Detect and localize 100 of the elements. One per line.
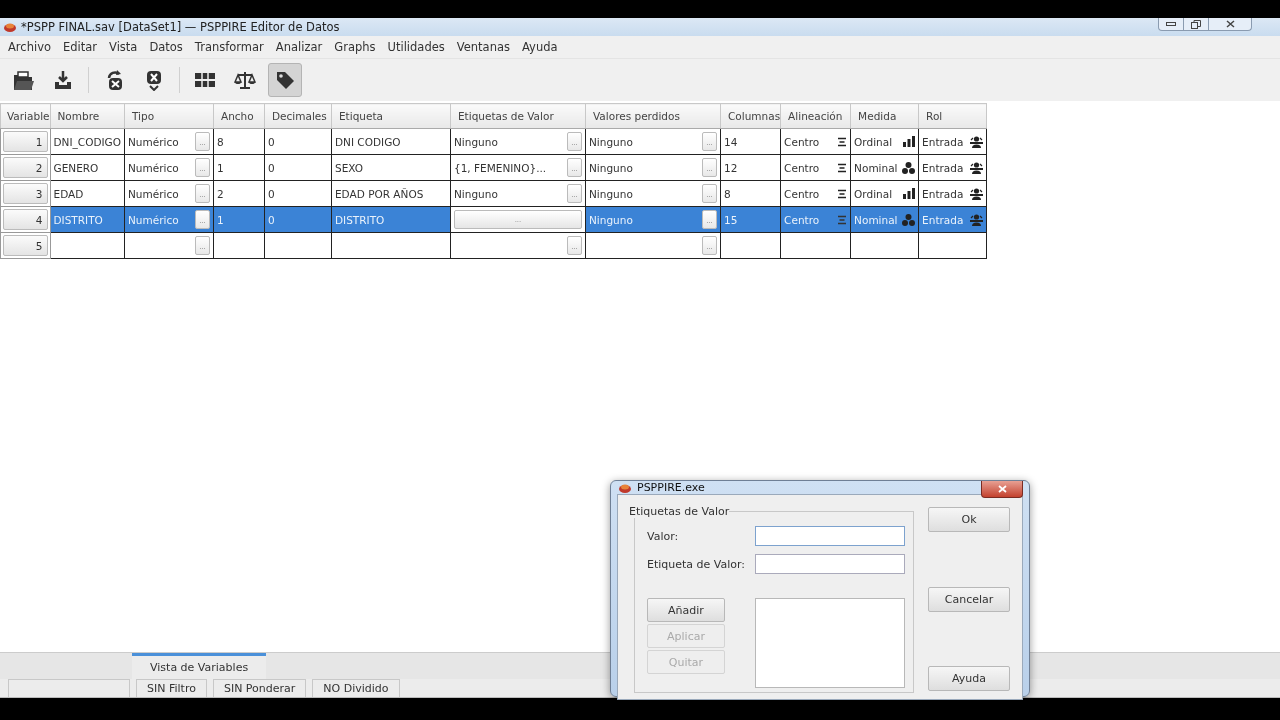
menu-item[interactable]: Graphs (328, 40, 382, 54)
menu-item[interactable]: Ayuda (516, 40, 564, 54)
circles-icon (902, 161, 916, 174)
table-cell: 8 (724, 187, 731, 200)
menu-item[interactable]: Vista (103, 40, 144, 54)
table-cell: 1 (217, 161, 224, 174)
input-field[interactable] (755, 526, 905, 546)
table-cell: 0 (268, 213, 275, 226)
input-field[interactable] (755, 554, 905, 574)
ellipsis-button[interactable]: ... (195, 158, 210, 177)
table-cell: EDAD (53, 187, 84, 200)
ellipsis-button[interactable]: ... (567, 132, 582, 151)
dialog-button[interactable]: Ok (928, 507, 1010, 532)
table-cell: Ninguno (589, 161, 633, 174)
dialog-button[interactable]: Cancelar (928, 586, 1010, 612)
ellipsis-button[interactable]: ... (702, 210, 717, 229)
row-header[interactable]: 3 (3, 183, 48, 204)
align-center-icon (837, 162, 848, 173)
table-cell: Ninguno (589, 213, 633, 226)
table-cell: 15 (724, 213, 738, 226)
ellipsis-button[interactable]: ... (702, 132, 717, 151)
ellipsis-button[interactable]: ... (702, 184, 717, 203)
ellipsis-button[interactable]: ... (702, 158, 717, 177)
download-icon (52, 69, 74, 91)
ellipsis-button[interactable]: ... (195, 132, 210, 151)
column-header[interactable]: Rol (918, 103, 987, 129)
ellipsis-button[interactable]: ... (567, 184, 582, 203)
ellipsis-button[interactable]: ... (195, 210, 210, 229)
menu-item[interactable]: Editar (57, 40, 104, 54)
table-cell: 0 (268, 161, 275, 174)
column-header[interactable]: Medida (850, 103, 919, 129)
view-tab[interactable]: Vista de Variables (132, 653, 267, 679)
table-cell: EDAD POR AÑOS (335, 187, 424, 200)
menu-item[interactable]: Datos (143, 40, 189, 54)
input-role-icon (970, 213, 984, 226)
table-cell: Nominal (854, 161, 898, 174)
ellipsis-button[interactable]: ... (702, 236, 717, 255)
menu-item[interactable]: Ventanas (450, 40, 516, 54)
menu-item[interactable]: Utilidades (381, 40, 451, 54)
column-header[interactable]: Etiquetas de Valor (450, 103, 586, 129)
row-header[interactable]: 5 (3, 235, 48, 256)
column-header[interactable]: Nombre (50, 103, 125, 129)
table-cell: {1, FEMENINO}... (454, 161, 547, 174)
table-cell: 8 (217, 135, 224, 148)
toolbar-button[interactable] (268, 63, 302, 97)
table-cell: Centro (784, 187, 820, 200)
close-icon (1225, 20, 1235, 28)
table-cell: Ordinal (854, 187, 893, 200)
menu-item[interactable]: Analizar (269, 40, 329, 54)
table-cell: Entrada (922, 213, 964, 226)
bar-chart-icon (903, 136, 916, 147)
table-cell: 14 (724, 135, 738, 148)
table-cell: 1 (217, 213, 224, 226)
input-role-icon (970, 187, 984, 200)
field-label: Valor: (647, 528, 680, 545)
table-cell: Numérico (128, 187, 179, 200)
circles-icon (902, 213, 916, 226)
minimize-icon (1166, 22, 1176, 26)
table-cell: Numérico (128, 213, 179, 226)
table-cell: Numérico (128, 135, 179, 148)
table-cell: Ordinal (854, 135, 893, 148)
dialog-button[interactable]: Ayuda (928, 666, 1010, 691)
column-header[interactable]: Alineación (780, 103, 851, 129)
column-header[interactable]: Etiqueta (331, 103, 451, 129)
table-cell: Entrada (922, 161, 964, 174)
ellipsis-button[interactable]: ... (567, 158, 582, 177)
column-header[interactable]: Columnas (720, 103, 781, 129)
table-cell: Ninguno (454, 187, 498, 200)
column-header[interactable]: Tipo (124, 103, 214, 129)
scale-icon (234, 69, 256, 91)
dialog-title: PSPPIRE.exe (637, 481, 705, 494)
status-text: SIN Filtro (136, 679, 207, 697)
close-button[interactable] (981, 481, 1023, 498)
row-header[interactable]: 1 (3, 131, 48, 152)
app-icon (619, 482, 631, 493)
column-header[interactable]: Valores perdidos (585, 103, 721, 129)
ellipsis-button[interactable]: ... (195, 236, 210, 255)
table-cell: DISTRITO (53, 213, 103, 226)
input-role-icon (970, 161, 984, 174)
close-icon (997, 485, 1007, 493)
table-cell: Ninguno (589, 135, 633, 148)
input-role-icon (970, 135, 984, 148)
tag-icon (274, 69, 296, 91)
column-header[interactable]: Ancho (213, 103, 265, 129)
align-center-icon (837, 214, 848, 225)
table-cell: 12 (724, 161, 738, 174)
table-cell: Centro (784, 135, 820, 148)
row-header[interactable]: 4 (3, 209, 48, 230)
ellipsis-button[interactable]: ... (195, 184, 210, 203)
row-header[interactable]: 2 (3, 157, 48, 178)
column-header[interactable]: Decimales (264, 103, 332, 129)
status-text: SIN Ponderar (212, 679, 307, 697)
table-cell: Entrada (922, 135, 964, 148)
menu-item[interactable]: Transformar (188, 40, 270, 54)
table-cell: Ninguno (589, 187, 633, 200)
table-cell: Nominal (854, 213, 898, 226)
ellipsis-button[interactable]: ... (567, 236, 582, 255)
column-header[interactable]: Variable (0, 103, 50, 129)
menu-item[interactable]: Archivo (2, 40, 57, 54)
dialog-button[interactable]: Añadir (647, 598, 725, 622)
